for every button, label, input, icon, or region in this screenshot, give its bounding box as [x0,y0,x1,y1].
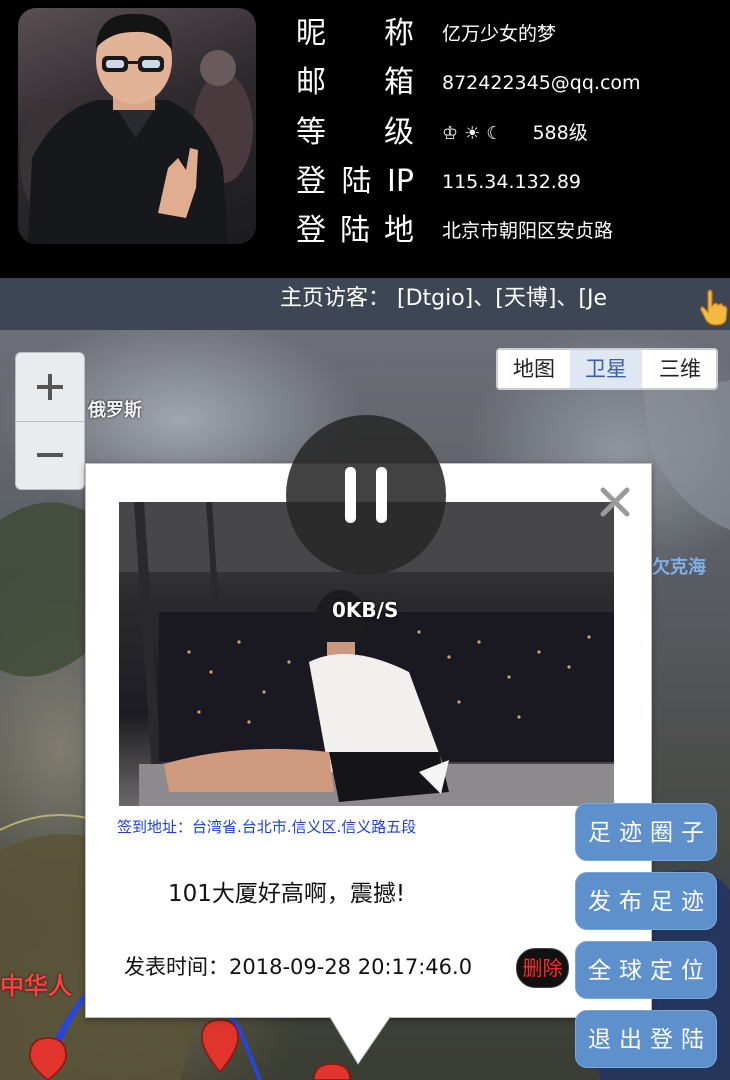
ip-value: 115.34.132.89 [442,171,582,193]
pointing-hand-icon[interactable] [698,288,730,326]
zoom-in-button[interactable] [16,353,84,422]
email-label: 邮箱 [296,65,414,100]
pause-icon [376,467,387,523]
logout-button[interactable]: 退出登陆 [575,1010,717,1068]
map-label-china: 中华人 [0,972,72,1000]
map-type-satellite[interactable]: 卫星 [570,350,642,388]
profile-header: 昵称 亿万少女的梦 邮箱 872422345@qq.com 等级 ♔☀☾ 588… [0,0,730,278]
zoom-out-button[interactable] [16,421,84,489]
checkin-address: 签到地址：台湾省.台北市.信义区.信义路五段 [117,818,417,836]
level-number: 588级 [532,122,588,144]
avatar[interactable] [18,8,256,244]
pause-button[interactable] [286,415,446,575]
level-badge-icons: ♔☀☾ [442,123,509,144]
nickname-label: 昵称 [296,16,414,51]
map-pin-icon[interactable] [200,1018,240,1072]
nickname-value: 亿万少女的梦 [442,23,557,45]
email-value: 872422345@qq.com [442,72,641,94]
map-type-map[interactable]: 地图 [498,350,570,388]
map-label-russia: 俄罗斯 [88,400,142,421]
close-icon[interactable] [598,485,632,519]
map-type-3d[interactable]: 三维 [644,350,716,388]
plus-icon [37,374,63,400]
post-content: 101大厦好高啊，震撼! [168,881,406,907]
visitor-bar: 主页访客： [Dtgio]、[天博]、[Je [0,278,730,330]
footprint-circle-button[interactable]: 足迹圈子 [575,803,717,861]
minus-icon [37,453,63,457]
location-label: 登陆地 [296,213,414,248]
map-label-sea: 欠克海 [652,557,706,578]
popup-tail [330,1016,390,1065]
map-pin-icon[interactable] [28,1036,68,1080]
map-type-switcher: 地图 卫星 三维 [496,348,718,390]
visitor-list[interactable]: 主页访客： [Dtgio]、[天博]、[Je [280,278,607,320]
level-label: 等级 [296,115,414,150]
post-time: 发表时间：2018-09-28 20:17:46.0 [124,955,473,979]
delete-button[interactable]: 删除 [516,948,569,988]
zoom-control [15,352,85,490]
download-speed: 0KB/S [332,598,399,622]
publish-footprint-button[interactable]: 发布足迹 [575,872,717,930]
ip-label: 登陆IP [296,164,414,199]
pause-icon [345,467,356,523]
global-locate-button[interactable]: 全球定位 [575,941,717,999]
location-value: 北京市朝阳区安贞路 [442,220,614,242]
level-value: ♔☀☾ 588级 [442,111,588,156]
